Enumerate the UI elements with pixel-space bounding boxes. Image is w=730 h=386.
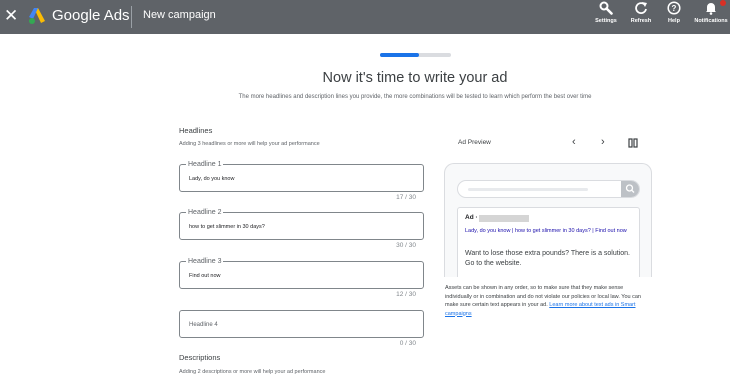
header-divider: [131, 6, 132, 28]
notification-badge: [720, 0, 726, 6]
settings-label: Settings: [595, 18, 617, 24]
ad-tag: Ad ·: [465, 214, 478, 221]
notifications-button[interactable]: Notifications: [693, 0, 729, 34]
step-progress-bar: [380, 53, 451, 57]
preview-search-bar: [457, 180, 640, 198]
headlines-title: Headlines: [179, 126, 213, 135]
headline-2-field[interactable]: Headline 2 how to get slimmer in 30 days…: [179, 208, 424, 240]
refresh-label: Refresh: [630, 18, 652, 24]
preview-disclaimer: Assets can be shown in any order, so to …: [445, 284, 645, 318]
ad-preview-label: Ad Preview: [458, 139, 491, 146]
column-view-icon[interactable]: [628, 138, 638, 148]
headline-3-field[interactable]: Headline 3 Find out now: [179, 257, 424, 289]
ad-display-url-redacted: [479, 215, 529, 222]
ad-preview-card: Ad · Lady, do you know | how to get slim…: [457, 207, 640, 277]
chevron-left-icon[interactable]: ‹: [572, 137, 576, 148]
settings-button[interactable]: Settings: [591, 0, 621, 34]
svg-text:?: ?: [672, 4, 677, 13]
headlines-hint: Adding 3 headlines or more will help you…: [179, 141, 320, 147]
google-ads-logo: [29, 8, 45, 24]
headline-1-field[interactable]: Headline 1 Lady, do you know: [179, 160, 424, 192]
mobile-preview-frame: Ad · Lady, do you know | how to get slim…: [444, 163, 652, 277]
bell-icon: [706, 3, 716, 15]
top-app-bar: ✕ Google Ads New campaign Settings Refre…: [0, 0, 730, 34]
page-subheading: The more headlines and description lines…: [238, 94, 592, 100]
headline-3-label: Headline 3: [186, 257, 224, 266]
wrench-icon: [599, 1, 613, 15]
help-button[interactable]: ? Help: [661, 0, 687, 34]
chevron-right-icon[interactable]: ›: [601, 137, 605, 148]
refresh-button[interactable]: Refresh: [625, 0, 657, 34]
headline-1-counter: 17 / 30: [396, 194, 416, 201]
search-placeholder-bar: [468, 188, 588, 191]
page-title: New campaign: [143, 9, 216, 21]
headline-3-counter: 12 / 30: [396, 291, 416, 298]
page-heading: Now it's time to write your ad: [322, 70, 508, 86]
refresh-icon: [635, 2, 647, 14]
descriptions-title: Descriptions: [179, 353, 221, 362]
headline-2-label: Headline 2: [186, 208, 224, 217]
headline-1-label: Headline 1: [186, 160, 224, 169]
help-label: Help: [668, 18, 680, 24]
app-name: Google Ads: [52, 7, 130, 24]
notifications-label: Notifications: [694, 18, 728, 24]
headline-2-counter: 30 / 30: [396, 242, 416, 249]
preview-search-button: [621, 181, 639, 197]
descriptions-hint: Adding 2 descriptions or more will help …: [179, 369, 326, 375]
search-icon: [625, 184, 635, 193]
headline-3-value: Find out now: [189, 273, 221, 279]
headline-4-field[interactable]: Headline 4: [179, 310, 424, 338]
headline-2-value: how to get slimmer in 30 days?: [189, 224, 265, 230]
headline-1-value: Lady, do you know: [189, 176, 235, 182]
step-progress-fill: [380, 53, 420, 57]
headline-4-placeholder: Headline 4: [189, 322, 218, 328]
headline-4-counter: 0 / 30: [399, 340, 416, 347]
close-icon[interactable]: ✕: [4, 7, 18, 25]
help-icon: ?: [667, 1, 681, 15]
ad-description: Want to lose those extra pounds? There i…: [465, 250, 630, 267]
ad-headline: Lady, do you know | how to get slimmer i…: [465, 228, 627, 234]
